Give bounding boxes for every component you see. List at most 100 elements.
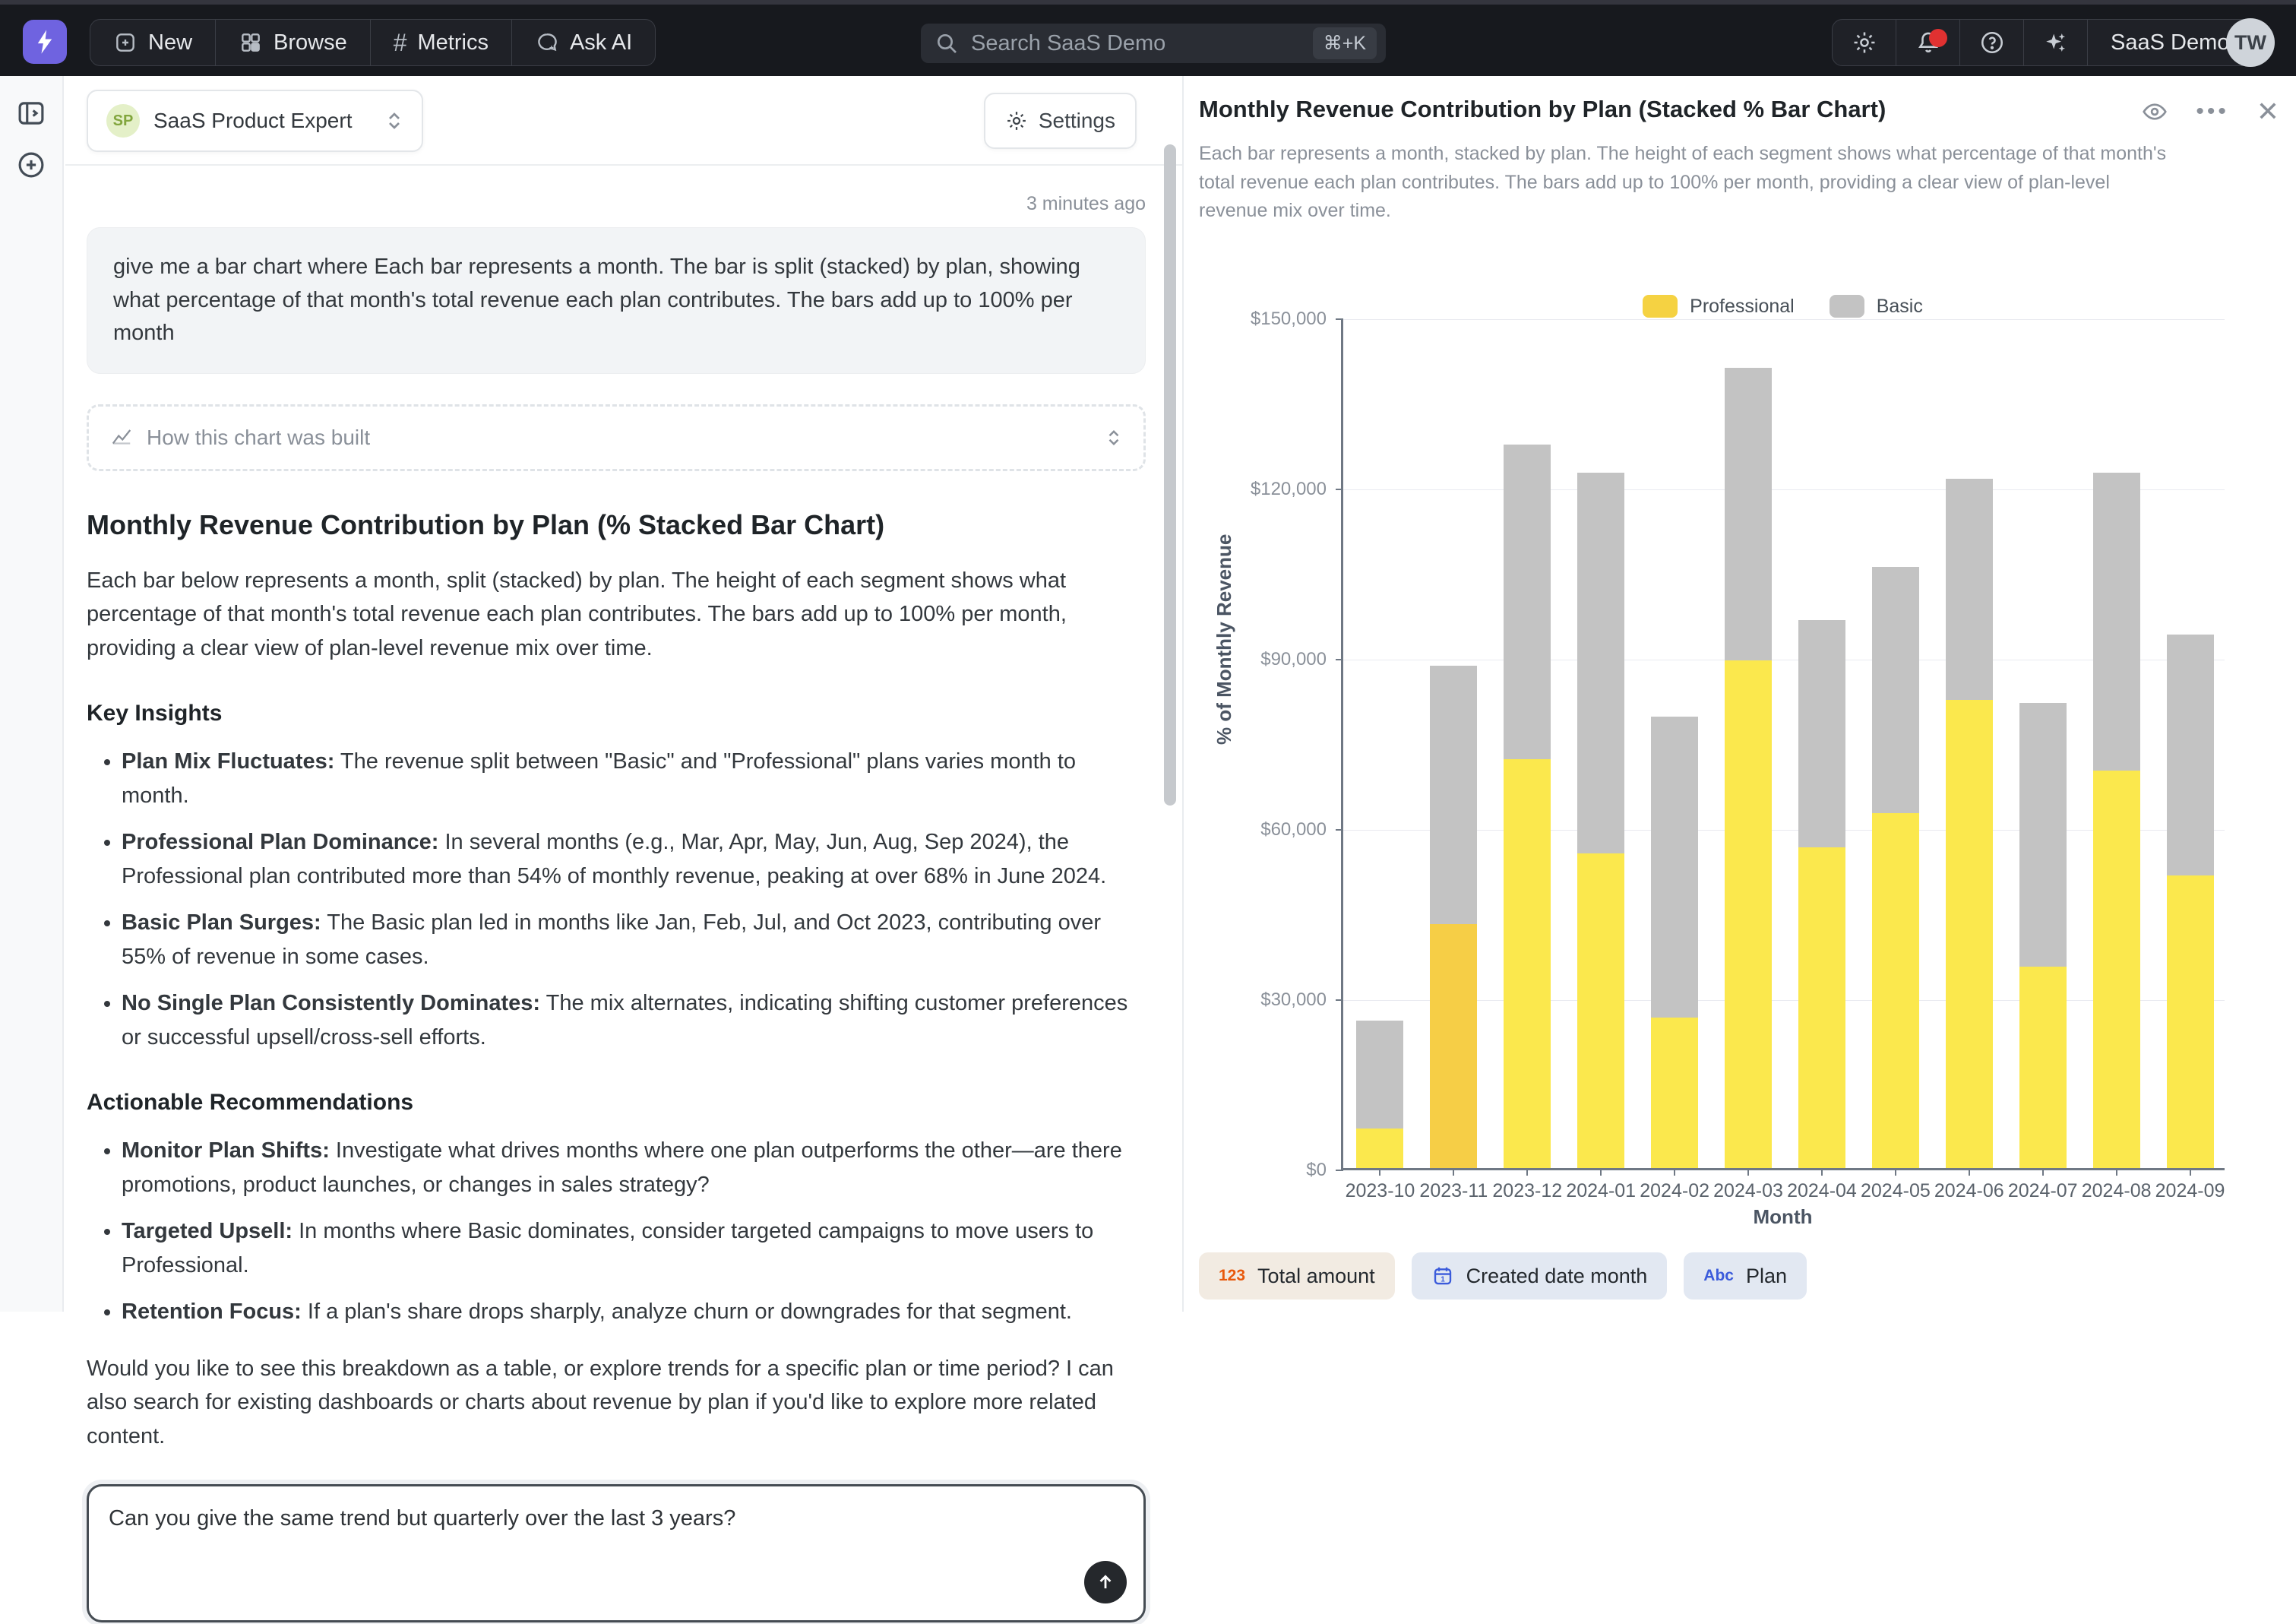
y-axis-title: % of Monthly Revenue	[1213, 534, 1236, 745]
list-item: Basic Plan Surges: The Basic plan led in…	[122, 906, 1146, 974]
x-tick-label: 2024-04	[1787, 1180, 1857, 1202]
recommendations-list: Monitor Plan Shifts: Investigate what dr…	[87, 1134, 1146, 1329]
bar-segment-professional-2024-02[interactable]	[1651, 1018, 1698, 1168]
ask-ai-button[interactable]: Ask AI	[512, 20, 655, 65]
app-window: New Browse # Metrics Ask AI	[0, 0, 2296, 1312]
gear-icon	[1852, 30, 1877, 55]
bar-segment-basic-2023-12[interactable]	[1504, 445, 1551, 759]
bar-segment-professional-2024-06[interactable]	[1946, 700, 1993, 1168]
metrics-button[interactable]: # Metrics	[371, 20, 512, 65]
grid-icon	[239, 30, 263, 55]
primary-nav: New Browse # Metrics Ask AI	[90, 19, 656, 66]
chart-line-icon	[110, 426, 133, 449]
expand-sidebar-icon[interactable]	[15, 97, 47, 129]
send-button[interactable]	[1084, 1561, 1127, 1603]
y-tick-mark	[1336, 1170, 1343, 1171]
item-lead: Professional Plan Dominance:	[122, 830, 438, 854]
key-insights-list: Plan Mix Fluctuates: The revenue split b…	[87, 745, 1146, 1055]
help-button[interactable]	[1960, 20, 2024, 65]
bar-segment-professional-2024-03[interactable]	[1725, 660, 1772, 1168]
browse-button[interactable]: Browse	[216, 20, 371, 65]
secondary-nav: SaaS Demo	[1832, 19, 2253, 66]
list-item: Retention Focus: If a plan's share drops…	[122, 1295, 1146, 1329]
tag-total-amount[interactable]: 123 Total amount	[1199, 1252, 1395, 1300]
list-item: Professional Plan Dominance: In several …	[122, 825, 1146, 894]
x-tick-label: 2024-06	[1934, 1180, 2004, 1202]
x-tick-label: 2024-07	[2008, 1180, 2078, 1202]
number-123-icon: 123	[1219, 1267, 1245, 1285]
x-tick-mark	[1674, 1168, 1675, 1176]
bar-segment-professional-2024-05[interactable]	[1872, 813, 1919, 1168]
chat-header: SP SaaS Product Expert Settings	[65, 76, 1182, 166]
abc-icon: Abc	[1703, 1267, 1734, 1285]
app-logo[interactable]	[23, 20, 67, 64]
search-icon	[935, 31, 959, 55]
bar-segment-basic-2024-04[interactable]	[1798, 620, 1845, 847]
y-tick-label: $120,000	[1251, 479, 1327, 500]
bar-segment-basic-2024-09[interactable]	[2167, 635, 2214, 875]
bar-segment-professional-2023-11[interactable]	[1430, 924, 1477, 1168]
bar-segment-basic-2024-03[interactable]	[1725, 368, 1772, 660]
tag-label: Created date month	[1466, 1265, 1648, 1288]
y-tick-label: $30,000	[1260, 989, 1327, 1011]
svg-text:1: 1	[1441, 1276, 1445, 1284]
bar-segment-professional-2024-07[interactable]	[2019, 967, 2067, 1168]
x-tick-mark	[1600, 1168, 1602, 1176]
bar-segment-professional-2024-09[interactable]	[2167, 875, 2214, 1168]
bar-segment-basic-2024-02[interactable]	[1651, 717, 1698, 1018]
chat-scrollbar[interactable]	[1164, 144, 1176, 806]
bar-segment-basic-2024-01[interactable]	[1577, 473, 1624, 853]
agent-selector[interactable]: SP SaaS Product Expert	[87, 90, 423, 152]
bar-segment-professional-2023-12[interactable]	[1504, 759, 1551, 1168]
gridline	[1343, 319, 2225, 320]
bar-segment-basic-2023-10[interactable]	[1356, 1021, 1403, 1129]
arrow-up-icon	[1095, 1572, 1116, 1593]
bar-segment-professional-2024-04[interactable]	[1798, 847, 1845, 1168]
bar-segment-professional-2023-10[interactable]	[1356, 1129, 1403, 1168]
y-tick-mark	[1336, 999, 1343, 1001]
new-label: New	[148, 30, 192, 55]
user-avatar[interactable]: TW	[2226, 18, 2275, 67]
bar-segment-basic-2024-05[interactable]	[1872, 567, 1919, 814]
bar-segment-professional-2024-01[interactable]	[1577, 853, 1624, 1168]
sparkles-icon	[2043, 30, 2069, 55]
list-item: Targeted Upsell: In months where Basic d…	[122, 1214, 1146, 1283]
response-intro: Each bar below represents a month, split…	[87, 564, 1146, 666]
x-tick-label: 2024-01	[1566, 1180, 1636, 1202]
how-chart-built-toggle[interactable]: How this chart was built	[87, 404, 1146, 471]
ai-assistant-button[interactable]	[2024, 20, 2088, 65]
agent-settings-button[interactable]: Settings	[984, 93, 1137, 149]
bar-segment-basic-2024-06[interactable]	[1946, 479, 1993, 700]
settings-nav-button[interactable]	[1833, 20, 1896, 65]
item-lead: No Single Plan Consistently Dominates:	[122, 991, 540, 1015]
left-rail	[0, 76, 64, 1312]
tag-plan[interactable]: Abc Plan	[1684, 1252, 1807, 1300]
message-input[interactable]: Can you give the same trend but quarterl…	[89, 1486, 1143, 1620]
y-tick-label: $90,000	[1260, 649, 1327, 670]
help-circle-icon	[1979, 30, 2005, 55]
search-shortcut-badge: ⌘+K	[1313, 27, 1377, 59]
tag-created-date-month[interactable]: 1 Created date month	[1412, 1252, 1668, 1300]
x-tick-label: 2024-09	[2155, 1180, 2225, 1202]
new-thread-icon[interactable]	[15, 149, 47, 181]
ask-ai-label: Ask AI	[570, 30, 632, 55]
agent-avatar: SP	[106, 104, 140, 138]
item-lead: Monitor Plan Shifts:	[122, 1138, 330, 1163]
hash-icon: #	[394, 29, 407, 57]
bar-segment-professional-2024-08[interactable]	[2093, 771, 2140, 1168]
key-insights-heading: Key Insights	[87, 701, 1146, 727]
field-tags: 123 Total amount 1 Created date month Ab…	[1199, 1252, 1807, 1300]
bar-segment-basic-2024-08[interactable]	[2093, 473, 2140, 771]
x-axis-title: Month	[1341, 1205, 2225, 1229]
stacked-bar-chart: $0$30,000$60,000$90,000$120,000$150,0002…	[1185, 76, 2296, 1312]
bar-segment-basic-2024-07[interactable]	[2019, 703, 2067, 967]
tag-label: Total amount	[1257, 1265, 1375, 1288]
how-built-label: How this chart was built	[147, 426, 1086, 450]
message-composer: Can you give the same trend but quarterl…	[87, 1484, 1146, 1622]
bar-segment-basic-2023-11[interactable]	[1430, 666, 1477, 924]
new-button[interactable]: New	[90, 20, 216, 65]
y-tick-label: $0	[1306, 1160, 1327, 1181]
global-search-input[interactable]: Search SaaS Demo ⌘+K	[921, 24, 1386, 63]
chart-plot-area: $0$30,000$60,000$90,000$120,000$150,0002…	[1341, 319, 2225, 1170]
notifications-button[interactable]	[1896, 20, 1960, 65]
